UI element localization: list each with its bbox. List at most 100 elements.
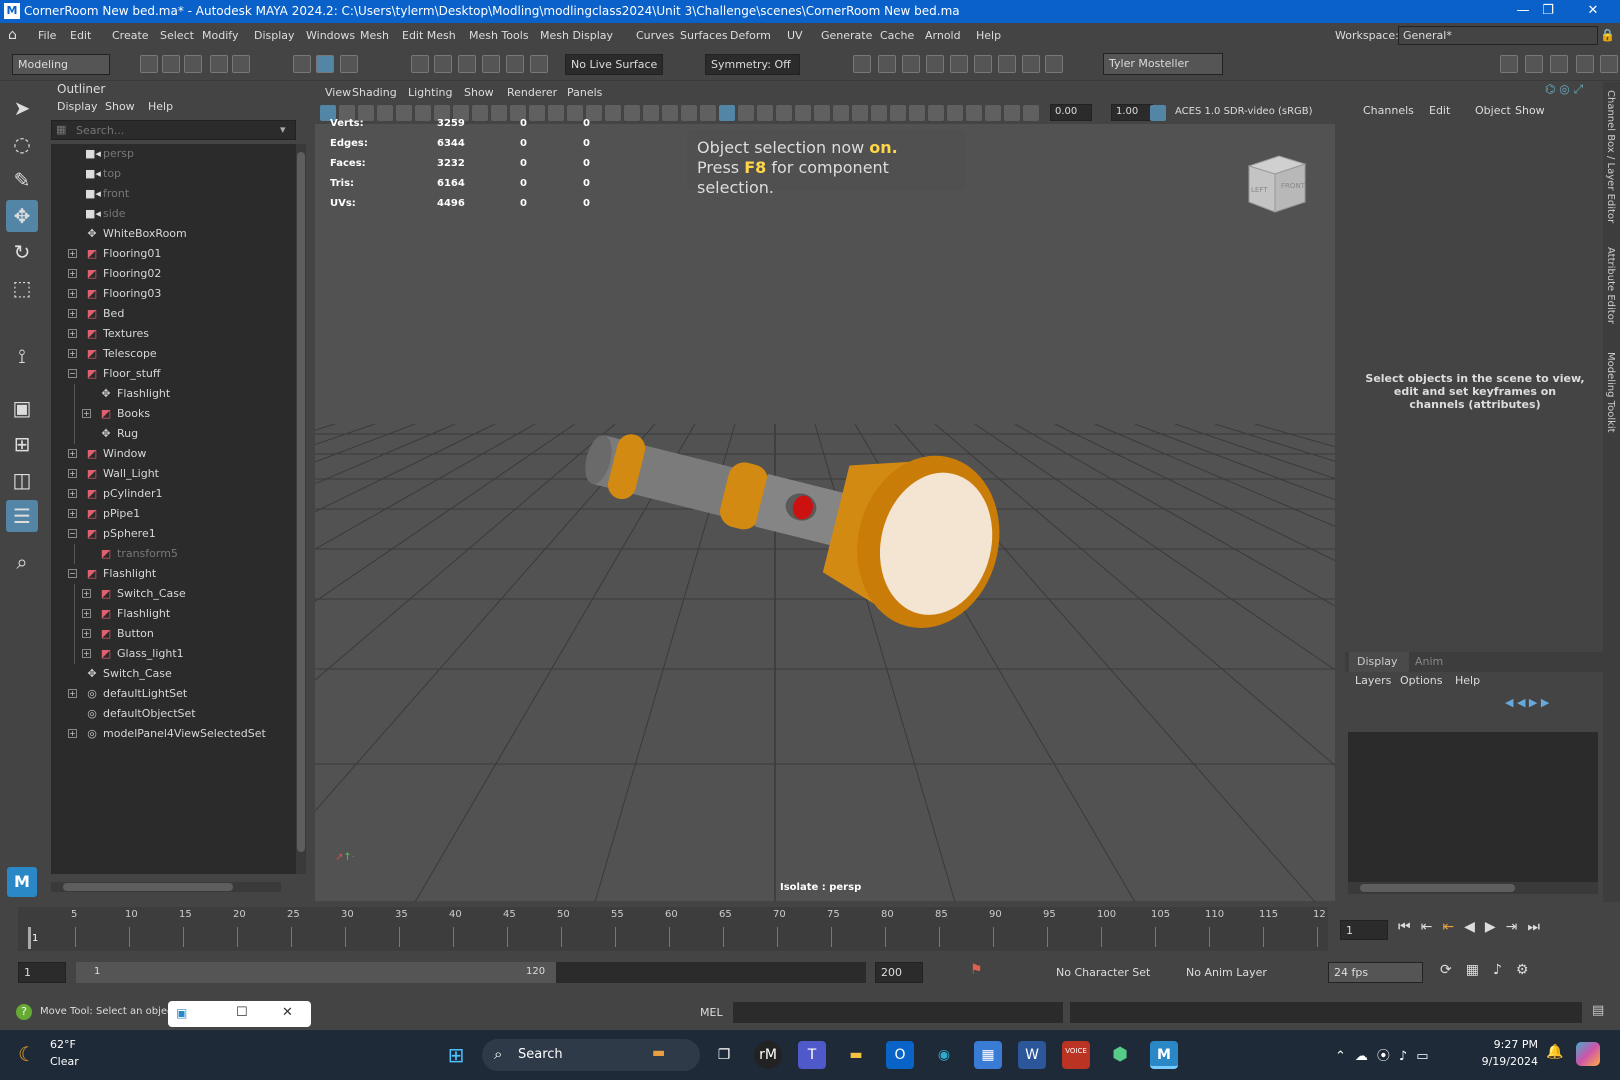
expand-toggle-icon[interactable]: − bbox=[68, 529, 77, 538]
expand-toggle-icon[interactable]: + bbox=[68, 349, 77, 358]
anim-layer-dropdown[interactable]: No Anim Layer bbox=[1180, 962, 1300, 983]
outliner-item[interactable]: ■◂ persp bbox=[51, 144, 296, 164]
viewport-tool-icon[interactable] bbox=[567, 105, 583, 121]
tab-modeling-toolkit[interactable]: Modeling Toolkit bbox=[1605, 352, 1616, 433]
menu-item-uv[interactable]: UV bbox=[787, 29, 803, 42]
menu-item-generate[interactable]: Generate bbox=[821, 29, 872, 42]
playback-controls-icons[interactable]: ⏮⇤⇤◀▶⇥⏭ bbox=[1398, 919, 1550, 935]
statusline-tool-icon[interactable] bbox=[340, 55, 358, 73]
home-icon[interactable]: ⌂ bbox=[8, 27, 17, 43]
menu-item-windows[interactable]: Windows bbox=[306, 29, 355, 42]
expand-toggle-icon[interactable]: − bbox=[68, 569, 77, 578]
layer-list[interactable] bbox=[1348, 732, 1598, 882]
character-set-dropdown[interactable]: No Character Set bbox=[1050, 962, 1170, 983]
menu-item-mesh[interactable]: Mesh bbox=[360, 29, 389, 42]
mel-input[interactable] bbox=[733, 1002, 1063, 1023]
view-cube[interactable]: LEFT FRONT bbox=[1241, 152, 1307, 214]
menu-item-deform[interactable]: Deform bbox=[730, 29, 771, 42]
teams-icon[interactable]: T bbox=[798, 1041, 826, 1069]
expand-toggle-icon[interactable]: + bbox=[68, 489, 77, 498]
paint-select-tool-icon[interactable]: ✎ bbox=[6, 164, 38, 196]
outliner-item[interactable]: − ◩ Floor_stuff bbox=[51, 364, 296, 384]
outliner-item[interactable]: + ◩ Textures bbox=[51, 324, 296, 344]
four-view-icon[interactable]: ⊞ bbox=[6, 428, 38, 460]
outliner-item[interactable]: + ◩ Flashlight bbox=[51, 604, 296, 624]
tab-channel-box[interactable]: Channel Box / Layer Editor bbox=[1605, 90, 1616, 223]
clock-date[interactable]: 9/19/2024 bbox=[1468, 1055, 1538, 1068]
viewport-tool-icon[interactable] bbox=[643, 105, 659, 121]
statusline-tool-icon[interactable] bbox=[482, 55, 500, 73]
hscroll-thumb[interactable] bbox=[63, 883, 233, 891]
taskbar-search[interactable]: ⌕ Search ▬ bbox=[482, 1039, 700, 1071]
gamma-field[interactable]: 1.00 bbox=[1111, 104, 1153, 121]
viewport-menu-lighting[interactable]: Lighting bbox=[408, 86, 452, 99]
select-tool-icon[interactable]: ➤ bbox=[6, 92, 38, 124]
viewport-tool-icon[interactable] bbox=[909, 105, 925, 121]
render-tool-icon[interactable] bbox=[1045, 55, 1063, 73]
outliner-item[interactable]: + ◎ modelPanel4ViewSelectedSet bbox=[51, 724, 296, 744]
viewport-tool-icon[interactable] bbox=[833, 105, 849, 121]
menu-set-dropdown[interactable]: Modeling bbox=[12, 54, 110, 75]
outliner-menu-display[interactable]: Display bbox=[57, 100, 98, 113]
app-circle-icon[interactable]: ⬢ bbox=[1106, 1041, 1134, 1069]
render-tool-icon[interactable] bbox=[998, 55, 1016, 73]
expand-toggle-icon[interactable]: − bbox=[68, 369, 77, 378]
statusline-tool-icon[interactable] bbox=[434, 55, 452, 73]
outliner-item[interactable]: + ◩ Flooring01 bbox=[51, 244, 296, 264]
expand-toggle-icon[interactable]: + bbox=[68, 469, 77, 478]
channel-toolbar-icons[interactable]: ⌬ ◎ ⤢ bbox=[1545, 82, 1583, 97]
channel-menu-edit[interactable]: Edit bbox=[1429, 104, 1450, 117]
expand-toggle-icon[interactable]: + bbox=[68, 289, 77, 298]
move-tool-icon[interactable]: ✥ bbox=[6, 200, 38, 232]
statusline-tool-icon[interactable] bbox=[162, 55, 180, 73]
word-icon[interactable]: W bbox=[1018, 1041, 1046, 1069]
render-tool-icon[interactable] bbox=[853, 55, 871, 73]
tray-icons[interactable]: ⌃☁⦿♪▭ bbox=[1335, 1045, 1437, 1064]
viewport-panel[interactable]: View Shading Lighting Show Renderer Panels 0.… bbox=[315, 82, 1335, 902]
outliner-item[interactable]: + ◩ Books bbox=[51, 404, 296, 424]
time-ruler[interactable]: 5 10 15 20 25 30 35 40 45 50 55 60 65 70 75 80 85 90 95 100… bbox=[18, 907, 1328, 951]
expand-toggle-icon[interactable]: + bbox=[68, 269, 77, 278]
sidebar-toggle-icon[interactable] bbox=[1500, 55, 1518, 73]
script-editor-icon[interactable]: ▤ bbox=[1592, 1003, 1604, 1018]
last-tool-icon[interactable]: ⟟ bbox=[6, 340, 38, 372]
expand-toggle-icon[interactable]: + bbox=[68, 249, 77, 258]
viewport-tool-icon[interactable] bbox=[472, 105, 488, 121]
viewport-tool-icon[interactable] bbox=[396, 105, 412, 121]
viewport-tool-icon[interactable] bbox=[415, 105, 431, 121]
two-view-icon[interactable]: ◫ bbox=[6, 464, 38, 496]
key-icon[interactable]: ⚑ bbox=[970, 962, 983, 978]
render-tool-icon[interactable] bbox=[950, 55, 968, 73]
outliner-item[interactable]: ✥ WhiteBoxRoom bbox=[51, 224, 296, 244]
outliner-hscrollbar[interactable] bbox=[51, 882, 281, 892]
notification-bell-icon[interactable]: 🔔 bbox=[1546, 1044, 1563, 1060]
flashlight-model[interactable] bbox=[566, 372, 1018, 643]
render-tool-icon[interactable] bbox=[1022, 55, 1040, 73]
expand-toggle-icon[interactable]: + bbox=[68, 689, 77, 698]
render-tool-icon[interactable] bbox=[902, 55, 920, 73]
expand-toggle-icon[interactable]: + bbox=[82, 409, 91, 418]
viewport-tool-icon[interactable] bbox=[377, 105, 393, 121]
live-surface-field[interactable]: No Live Surface bbox=[565, 54, 663, 75]
viewport-menu-panels[interactable]: Panels bbox=[567, 86, 602, 99]
chevron-down-icon[interactable]: ▾ bbox=[280, 123, 286, 136]
statusline-tool-icon[interactable] bbox=[411, 55, 429, 73]
start-frame-field[interactable]: 1 bbox=[18, 962, 66, 983]
viewport-tool-icon[interactable] bbox=[1004, 105, 1020, 121]
scene-canvas[interactable] bbox=[315, 124, 1335, 902]
outliner-item[interactable]: ■◂ top bbox=[51, 164, 296, 184]
sidebar-toggle-icon[interactable] bbox=[1550, 55, 1568, 73]
maya-taskbar-icon[interactable]: M bbox=[1150, 1041, 1178, 1069]
viewport-tool-icon[interactable] bbox=[852, 105, 868, 121]
statusline-tool-icon[interactable] bbox=[530, 55, 548, 73]
channel-menu-show[interactable]: Show bbox=[1515, 104, 1545, 117]
expand-toggle-icon[interactable]: + bbox=[68, 309, 77, 318]
outliner-item[interactable]: + ◩ Flooring02 bbox=[51, 264, 296, 284]
range-slider[interactable]: 1 120 bbox=[76, 962, 866, 983]
outliner-item[interactable]: ■◂ side bbox=[51, 204, 296, 224]
menu-item-edit[interactable]: Edit bbox=[70, 29, 91, 42]
menu-item-display[interactable]: Display bbox=[254, 29, 295, 42]
viewport-tool-icon[interactable] bbox=[681, 105, 697, 121]
menu-item-mesh-display[interactable]: Mesh Display bbox=[540, 29, 613, 42]
app-rm-icon[interactable]: rM bbox=[754, 1041, 782, 1069]
